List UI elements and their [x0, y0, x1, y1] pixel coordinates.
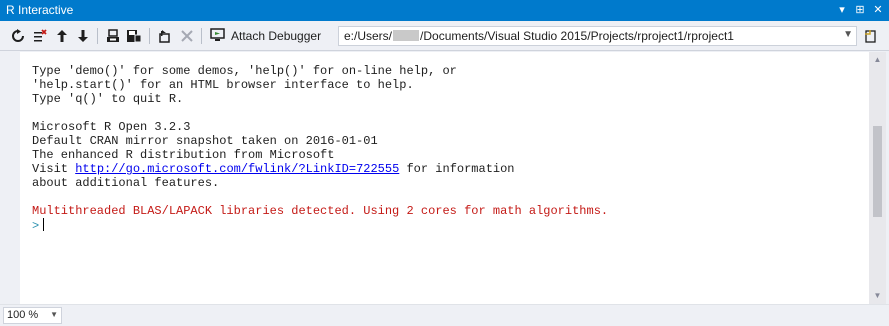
- zoom-dropdown[interactable]: 100 % ▼: [3, 307, 62, 324]
- console-prompt: >: [32, 219, 40, 233]
- attach-debugger-button[interactable]: Attach Debugger: [207, 25, 324, 47]
- clear-console-icon[interactable]: [30, 26, 50, 46]
- attach-debugger-icon: [210, 27, 226, 45]
- close-icon[interactable]: ✕: [871, 3, 885, 17]
- scroll-down-icon[interactable]: ▼: [869, 288, 886, 304]
- redacted-username: [393, 30, 420, 41]
- open-folder-icon[interactable]: [864, 29, 878, 48]
- vertical-scrollbar[interactable]: ▲ ▼: [869, 52, 886, 304]
- zoom-value: 100 %: [7, 309, 39, 321]
- console-text: Type 'demo()' for some demos, 'help()' f…: [32, 64, 608, 233]
- chevron-down-icon[interactable]: ▼: [50, 310, 58, 319]
- window-title: R Interactive: [6, 3, 74, 17]
- load-workspace-icon[interactable]: [103, 26, 123, 46]
- chevron-down-icon[interactable]: ▼: [843, 29, 853, 40]
- toolbar-separator: [149, 28, 150, 44]
- save-workspace-icon[interactable]: [124, 26, 144, 46]
- attach-debugger-label: Attach Debugger: [231, 29, 322, 43]
- set-working-directory-icon[interactable]: [155, 26, 175, 46]
- status-bar: 100 % ▼: [0, 304, 889, 326]
- working-directory-combobox[interactable]: e:/Users/ /Documents/Visual Studio 2015/P…: [338, 26, 857, 46]
- tool-window-titlebar: R Interactive ▾ ⊞ ✕: [0, 0, 889, 21]
- text-caret: [43, 218, 45, 231]
- interrupt-icon: [177, 26, 197, 46]
- toolbar-separator: [97, 28, 98, 44]
- scrollbar-thumb[interactable]: [873, 126, 882, 217]
- working-directory-suffix: /Documents/Visual Studio 2015/Projects/r…: [420, 29, 734, 43]
- working-directory-prefix: e:/Users/: [344, 29, 393, 43]
- toolbar: Attach Debugger e:/Users/ /Documents/Visu…: [0, 21, 889, 51]
- reset-icon[interactable]: [8, 26, 28, 46]
- auto-hide-pin-icon[interactable]: ⊞: [853, 3, 867, 17]
- scroll-up-icon[interactable]: ▲: [869, 52, 886, 68]
- r-console-output[interactable]: Type 'demo()' for some demos, 'help()' f…: [20, 52, 869, 304]
- history-previous-icon[interactable]: [52, 26, 72, 46]
- blas-warning-text: Multithreaded BLAS/LAPACK libraries dete…: [32, 204, 609, 218]
- window-position-dropdown-icon[interactable]: ▾: [835, 3, 849, 17]
- left-gutter: [0, 52, 20, 304]
- console-intro-text: Type 'demo()' for some demos, 'help()' f…: [32, 64, 457, 176]
- toolbar-separator: [201, 28, 202, 44]
- mro-link[interactable]: http://go.microsoft.com/fwlink/?LinkID=7…: [75, 162, 399, 176]
- history-next-icon[interactable]: [73, 26, 93, 46]
